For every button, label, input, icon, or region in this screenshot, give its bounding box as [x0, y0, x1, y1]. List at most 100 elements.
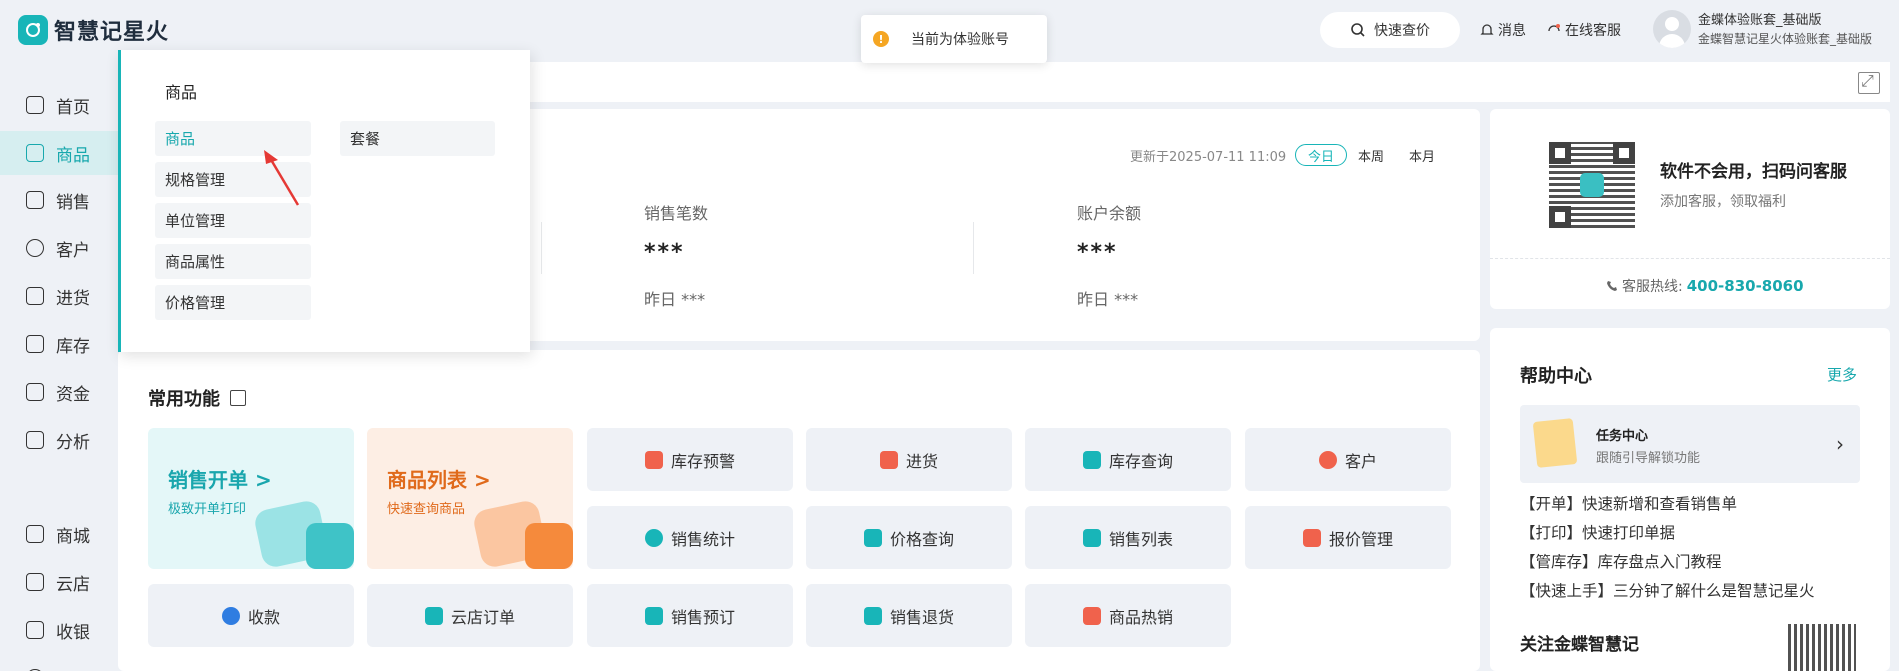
tile-price-search[interactable]: 价格查询 — [806, 506, 1012, 569]
flyout-item-label: 套餐 — [350, 130, 381, 148]
sidebar-item-purchase[interactable]: 进货 — [0, 274, 118, 318]
help-more-link[interactable]: 更多 — [1827, 364, 1857, 385]
sidebar-item-customer[interactable]: 客户 — [0, 226, 118, 270]
funds-icon — [26, 383, 44, 401]
hotline: 客服热线: 400-830-8060 — [1606, 276, 1804, 296]
cashier-icon — [26, 621, 44, 639]
sales-order-tile[interactable]: 销售开单 > 极致开单打印 — [148, 428, 354, 569]
tile-label: 销售预订 — [670, 607, 735, 627]
quote-icon — [1302, 528, 1321, 547]
divider — [973, 222, 974, 274]
customer-icon — [26, 239, 44, 257]
sidebar-item-label: 云店 — [56, 574, 90, 595]
tile-label: 价格查询 — [889, 529, 954, 549]
divider — [1490, 258, 1890, 259]
app-title: 智慧记星火 — [54, 20, 170, 45]
tile-purchase[interactable]: 进货 — [806, 428, 1012, 491]
sidebar-item-analysis[interactable]: 分析 — [0, 418, 118, 462]
stat-value-sales-count: *** — [644, 240, 685, 265]
tile-label: 进货 — [905, 451, 938, 471]
help-link[interactable]: 【开单】快速新增和查看销售单 — [1520, 492, 1737, 514]
flyout-heading: 商品 — [165, 83, 198, 102]
follow-title: 关注金蝶智慧记 — [1520, 635, 1639, 655]
flyout-item-package[interactable]: 套餐 — [340, 121, 495, 156]
tile-label: 销售统计 — [670, 529, 735, 549]
tile-label: 云店订单 — [450, 607, 515, 627]
tile-quote[interactable]: 报价管理 — [1245, 506, 1451, 569]
tile-sales-stats[interactable]: 销售统计 — [587, 506, 793, 569]
online-service-link[interactable]: 在线客服 — [1547, 20, 1621, 40]
hotline-number[interactable]: 400-830-8060 — [1687, 277, 1804, 295]
tile-payment[interactable]: 收款 — [148, 584, 354, 647]
tile-label: 销售退货 — [889, 607, 954, 627]
sidebar-item-label: 首页 — [56, 97, 90, 118]
stock-search-icon — [1082, 450, 1101, 469]
sales-return-icon — [863, 606, 882, 625]
purchase-icon — [26, 287, 44, 305]
sidebar-item-mall[interactable]: 商城 — [0, 512, 118, 556]
flyout-item-unit[interactable]: 单位管理 — [155, 203, 311, 238]
logo-icon — [18, 15, 48, 45]
sidebar-item-settings[interactable]: 设置 — [0, 656, 118, 671]
sales-list-icon — [1082, 528, 1101, 547]
payment-icon — [221, 606, 240, 625]
tile-sub: 快速查询商品 — [387, 502, 466, 517]
stock-alert-icon — [644, 450, 663, 469]
product-list-tile[interactable]: 商品列表 > 快速查询商品 — [367, 428, 573, 569]
tile-cloud-order[interactable]: 云店订单 — [367, 584, 573, 647]
help-link[interactable]: 【打印】快速打印单据 — [1520, 521, 1675, 543]
help-link[interactable]: 【快速上手】三分钟了解什么是智慧记星火 — [1520, 579, 1815, 601]
period-week[interactable]: 本周 — [1358, 146, 1384, 165]
account-info[interactable]: 金蝶体验账套_基础版 金蝶智慧记星火体验账套_基础版 — [1698, 11, 1872, 49]
tile-stock-alert[interactable]: 库存预警 — [587, 428, 793, 491]
sales-booking-icon — [644, 606, 663, 625]
messages-link[interactable]: 消息 — [1480, 20, 1526, 40]
sidebar-item-product[interactable]: 商品 — [0, 131, 118, 175]
sidebar-item-label: 商城 — [56, 526, 90, 547]
sales-stats-icon — [644, 528, 663, 547]
tile-label: 商品热销 — [1108, 607, 1173, 627]
tile-label: 库存预警 — [670, 451, 735, 471]
sidebar: 首页 商品 销售 客户 进货 库存 资金 分析 商城 云店 收银 设置 — [0, 60, 118, 671]
task-sub: 跟随引导解锁功能 — [1596, 451, 1701, 466]
tile-sales-booking[interactable]: 销售预订 — [587, 584, 793, 647]
search-icon — [1351, 23, 1365, 37]
sidebar-item-label: 商品 — [56, 145, 90, 166]
period-today[interactable]: 今日 — [1295, 144, 1347, 166]
tile-hot-sales[interactable]: 商品热销 — [1025, 584, 1231, 647]
flyout-item-price[interactable]: 价格管理 — [155, 285, 311, 320]
sidebar-item-sales[interactable]: 销售 — [0, 178, 118, 222]
sidebar-item-cloud-store[interactable]: 云店 — [0, 560, 118, 604]
edit-icon[interactable] — [230, 390, 246, 406]
sidebar-item-home[interactable]: 首页 — [0, 83, 118, 127]
qr-code — [1788, 624, 1856, 671]
period-month[interactable]: 本月 — [1409, 146, 1435, 165]
tile-label: 客户 — [1344, 451, 1377, 471]
help-link[interactable]: 【管库存】库存盘点入门教程 — [1520, 550, 1722, 572]
avatar[interactable] — [1653, 10, 1691, 48]
mall-icon — [26, 525, 44, 543]
tile-title: 销售开单 > — [168, 468, 272, 492]
phone-icon — [1607, 281, 1617, 291]
tile-sales-list[interactable]: 销售列表 — [1025, 506, 1231, 569]
tile-label: 收款 — [247, 607, 280, 627]
sidebar-item-inventory[interactable]: 库存 — [0, 322, 118, 366]
app-logo[interactable]: 智慧记星火 — [18, 14, 169, 46]
tile-label: 销售列表 — [1108, 529, 1173, 549]
account-sub: 金蝶智慧记星火体验账套_基础版 — [1698, 32, 1873, 46]
sidebar-item-funds[interactable]: 资金 — [0, 370, 118, 414]
pointer-arrow-icon — [264, 150, 300, 206]
fullscreen-icon[interactable] — [1858, 71, 1880, 94]
tile-sales-return[interactable]: 销售退货 — [806, 584, 1012, 647]
logo-icon — [1580, 173, 1604, 197]
tile-customer[interactable]: 客户 — [1245, 428, 1451, 491]
quick-price-button[interactable]: 快速查价 — [1320, 12, 1460, 48]
stat-prev-balance: 昨日 *** — [1077, 290, 1139, 309]
warning-icon: ! — [873, 31, 889, 47]
flyout-item-label: 商品属性 — [165, 253, 226, 271]
sidebar-item-cashier[interactable]: 收银 — [0, 608, 118, 652]
tile-stock-search[interactable]: 库存查询 — [1025, 428, 1231, 491]
qr-code — [1549, 142, 1635, 228]
flyout-item-attribute[interactable]: 商品属性 — [155, 244, 311, 279]
sidebar-item-label: 设置 — [56, 666, 90, 671]
